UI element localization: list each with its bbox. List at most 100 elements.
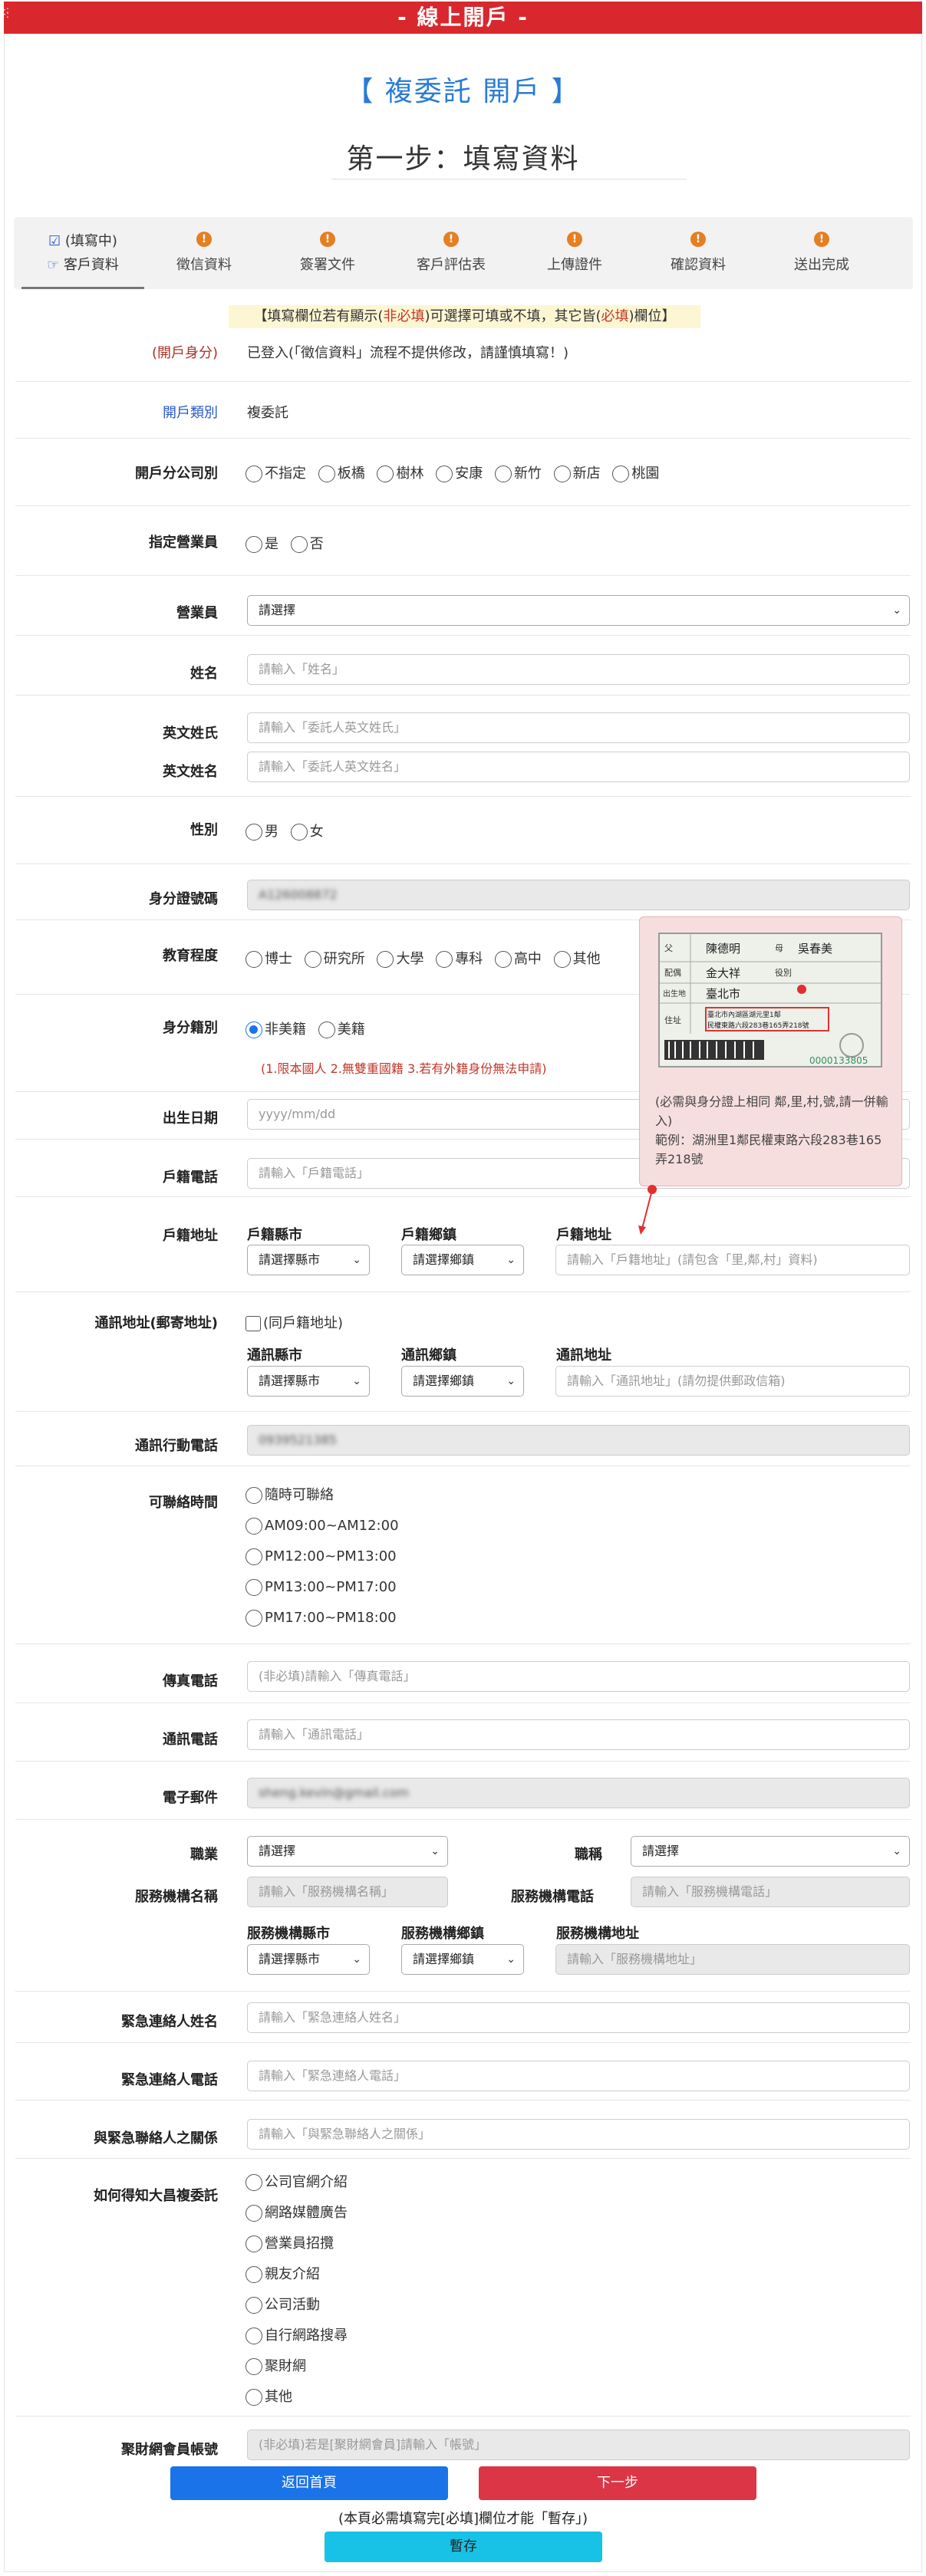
source-option[interactable]: 親友介紹 — [246, 2259, 348, 2290]
home-button[interactable]: 返回首頁 — [170, 2466, 448, 2500]
tab-confirm[interactable]: ! 確認資料 — [637, 217, 760, 289]
assign-option-no[interactable]: 否 — [290, 533, 324, 553]
tab-label: 送出完成 — [794, 257, 849, 273]
radio-icon — [246, 2328, 262, 2344]
org-name-input[interactable]: 請輸入「服務機構名稱」 — [247, 1877, 448, 1907]
fax-input[interactable]: (非必填)請輸入「傳真電話」 — [247, 1661, 910, 1692]
mobile-label: 通訊行動電話 — [135, 1438, 218, 1454]
branch-option[interactable]: 桃園 — [612, 462, 659, 482]
en-last-input[interactable]: 請輸入「委託人英文姓氏」 — [247, 712, 910, 743]
tel-input[interactable]: 請輸入「通訊電話」 — [247, 1719, 910, 1750]
radio-icon — [246, 466, 262, 482]
org-town-select[interactable]: 請選擇鄉鎮 ⌄ — [401, 1944, 524, 1975]
branch-option[interactable]: 板橋 — [318, 462, 365, 482]
name-input[interactable]: 請輸入「姓名」 — [247, 654, 910, 685]
contact-time-option[interactable]: PM13:00~PM17:00 — [246, 1572, 399, 1603]
mail-town-label: 通訊鄉鎮 — [401, 1347, 456, 1364]
contact-time-option[interactable]: PM12:00~PM13:00 — [246, 1541, 399, 1572]
gender-option-female[interactable]: 女 — [290, 821, 324, 841]
source-option[interactable]: 營業員招攬 — [246, 2229, 348, 2259]
radio-icon — [377, 951, 394, 968]
branch-option[interactable]: 樹林 — [377, 462, 423, 482]
home-city-select[interactable]: 請選擇縣市 ⌄ — [247, 1245, 370, 1275]
branch-option[interactable]: 不指定 — [246, 462, 306, 482]
mail-city-select[interactable]: 請選擇縣市 ⌄ — [247, 1366, 370, 1397]
source-option[interactable]: 自行網路搜尋 — [246, 2321, 348, 2351]
assign-option-yes[interactable]: 是 — [246, 533, 278, 553]
org-address-input[interactable]: 請輸入「服務機構地址」 — [555, 1944, 910, 1975]
radio-icon — [246, 536, 262, 553]
em-tel-input[interactable]: 請輸入「緊急連絡人電話」 — [247, 2061, 910, 2091]
org-town-label: 服務機構鄉鎮 — [401, 1926, 484, 1942]
radio-icon — [553, 466, 571, 482]
edu-option[interactable]: 博士 — [246, 948, 292, 968]
tab-assessment[interactable]: ! 客戶評估表 — [390, 217, 512, 289]
edu-option[interactable]: 專科 — [436, 948, 483, 968]
home-town-select[interactable]: 請選擇鄉鎮 ⌄ — [401, 1245, 524, 1275]
chevron-down-icon: ⌄ — [352, 1254, 361, 1266]
jucai-input[interactable]: (非必填)若是[聚財網會員]請輸入「帳號」 — [247, 2430, 910, 2460]
divider — [15, 1819, 911, 1820]
tel-label: 通訊電話 — [163, 1732, 218, 1748]
top-banner-title: - 線上開戶 - — [397, 5, 529, 30]
identity-value: 已登入(「徵信資料」流程不提供修改，請謹慎填寫！) — [247, 345, 569, 361]
fax-label: 傳真電話 — [163, 1673, 218, 1689]
tab-customer-data[interactable]: ☑ (填寫中) ☞ 客戶資料 — [21, 217, 144, 289]
edu-option[interactable]: 其他 — [553, 948, 601, 968]
warning-icon: ! — [690, 232, 706, 247]
same-as-home-checkbox[interactable]: (同戶籍地址) — [246, 1312, 343, 1332]
contact-time-label: 可聯絡時間 — [149, 1495, 218, 1511]
branch-option[interactable]: 新竹 — [494, 462, 542, 482]
job-select[interactable]: 請選擇 ⌄ — [247, 1836, 448, 1867]
mail-address-sublabel: 通訊地址 — [556, 1347, 611, 1364]
idno-input: A126008872 — [247, 880, 910, 910]
chevron-down-icon: ⌄ — [352, 1953, 361, 1966]
chevron-down-icon: ⌄ — [892, 1845, 901, 1857]
branch-option[interactable]: 安康 — [436, 462, 483, 482]
em-rel-input[interactable]: 請輸入「與緊急聯絡人之關係」 — [247, 2119, 910, 2150]
tab-sign-docs[interactable]: ! 簽署文件 — [266, 217, 389, 289]
tab-status: ☑ (填寫中) — [48, 233, 117, 249]
radio-icon — [246, 2266, 262, 2283]
tab-upload-id[interactable]: ! 上傳證件 — [513, 217, 636, 289]
source-option[interactable]: 公司活動 — [246, 2290, 348, 2321]
mail-address-input[interactable]: 請輸入「通訊地址」(請勿提供郵政信箱) — [555, 1366, 910, 1397]
title-select[interactable]: 請選擇 ⌄ — [631, 1836, 910, 1867]
branch-option[interactable]: 新店 — [553, 462, 601, 482]
nationality-option-non-us[interactable]: 非美籍 — [246, 1018, 306, 1038]
source-option[interactable]: 聚財網 — [246, 2351, 348, 2382]
tab-credit-data[interactable]: ! 徵信資料 — [143, 217, 265, 289]
warning-icon: ! — [196, 232, 212, 247]
org-city-select[interactable]: 請選擇縣市 ⌄ — [247, 1944, 370, 1975]
edu-option[interactable]: 高中 — [494, 948, 542, 968]
edu-option[interactable]: 研究所 — [304, 948, 365, 968]
contact-time-option[interactable]: AM09:00~AM12:00 — [246, 1511, 399, 1541]
radio-icon — [304, 951, 321, 968]
next-button[interactable]: 下一步 — [479, 2466, 756, 2500]
agent-select[interactable]: 請選擇 ⌄ — [247, 595, 910, 626]
chevron-down-icon: ⌄ — [430, 1845, 440, 1857]
mail-town-select[interactable]: 請選擇鄉鎮 ⌄ — [401, 1366, 524, 1397]
radio-icon — [318, 466, 335, 482]
source-option[interactable]: 網路媒體廣告 — [246, 2198, 348, 2229]
source-option[interactable]: 其他 — [246, 2382, 348, 2413]
contact-time-option[interactable]: PM17:00~PM18:00 — [246, 1603, 399, 1633]
en-first-input[interactable]: 請輸入「委託人英文姓名」 — [247, 752, 910, 782]
jucai-label: 聚財網會員帳號 — [121, 2442, 218, 2458]
org-tel-input[interactable]: 請輸入「服務機構電話」 — [631, 1877, 910, 1907]
tab-submit[interactable]: ! 送出完成 — [760, 217, 883, 289]
corner-dots-icon: ·: ·: — [3, 5, 9, 20]
source-option[interactable]: 公司官網介紹 — [246, 2167, 348, 2198]
edu-option[interactable]: 大學 — [377, 948, 423, 968]
home-address-input[interactable]: 請輸入「戶籍地址」(請包含「里,鄰,村」資料) — [555, 1245, 910, 1275]
gender-option-male[interactable]: 男 — [246, 821, 278, 841]
contact-time-radio-group: 隨時可聯絡 AM09:00~AM12:00 PM12:00~PM13:00 PM… — [246, 1480, 407, 1633]
source-label: 如何得知大昌複委託 — [94, 2188, 218, 2204]
em-name-input[interactable]: 請輸入「緊急連絡人姓名」 — [247, 2002, 910, 2033]
nationality-option-us[interactable]: 美籍 — [318, 1018, 365, 1038]
save-button[interactable]: 暫存 — [325, 2532, 602, 2562]
assign-radio-group: 是 否 — [246, 533, 331, 553]
contact-time-option[interactable]: 隨時可聯絡 — [246, 1480, 399, 1511]
divider — [15, 2042, 911, 2043]
id-card-sample-image: 父 陳德明 母 吳春美 配偶 金大祥 役別 出生地 臺北市 住址 臺北市內湖區湖… — [658, 933, 882, 1068]
